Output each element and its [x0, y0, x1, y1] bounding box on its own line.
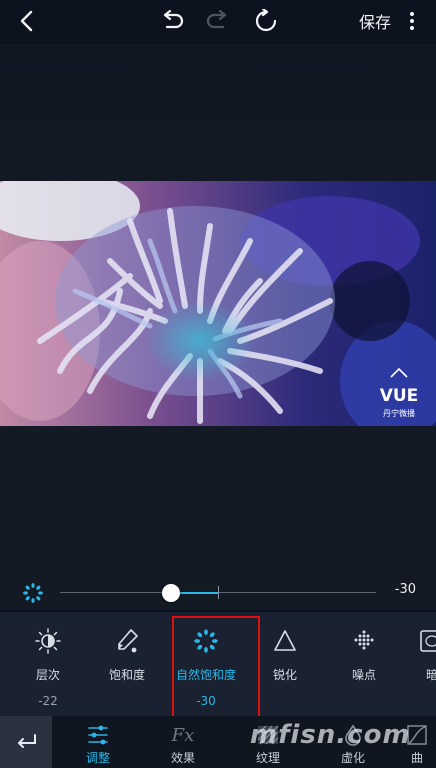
tool-saturation[interactable]: 饱和度	[87, 612, 167, 716]
coral-photo: VUE 丹宁微播	[0, 181, 436, 426]
svg-text:丹宁微播: 丹宁微播	[383, 408, 415, 418]
photo-preview[interactable]: VUE 丹宁微播	[0, 181, 436, 426]
top-toolbar: 保存	[0, 0, 436, 44]
redo-icon	[206, 10, 227, 29]
tab-label: 调整	[85, 751, 110, 765]
more-button[interactable]	[402, 6, 422, 36]
slider-zero-mark	[218, 586, 219, 599]
fx-icon: Fx	[171, 725, 195, 746]
dropper-icon	[118, 629, 138, 653]
tool-clarity[interactable]: 层次 -22	[8, 612, 88, 716]
reset-button[interactable]	[250, 6, 282, 36]
tab-label: 虚化	[340, 751, 365, 765]
reset-icon	[255, 9, 277, 32]
save-button[interactable]: 保存	[352, 6, 398, 36]
undo-icon	[163, 10, 184, 29]
tool-label: 暗	[425, 668, 436, 682]
grain-icon	[354, 630, 374, 650]
return-button[interactable]	[0, 716, 52, 768]
tool-value: -22	[38, 694, 58, 708]
vignette-icon	[420, 630, 436, 652]
adjust-sliders-icon	[88, 725, 108, 745]
save-label: 保存	[358, 13, 391, 32]
tab-effects[interactable]: Fx 效果	[143, 716, 223, 768]
svg-text:VUE: VUE	[380, 386, 419, 406]
tool-vignette[interactable]: 暗	[392, 612, 436, 716]
slider-value: -30	[394, 582, 416, 597]
site-watermark: mfisn.com	[250, 720, 411, 750]
chevron-left-icon	[20, 10, 33, 32]
contrast-icon	[35, 628, 61, 654]
more-vertical-icon	[410, 12, 414, 30]
redo-button[interactable]	[202, 6, 234, 36]
tab-adjust[interactable]: 调整	[58, 716, 138, 768]
tab-label: 纹理	[255, 751, 280, 765]
back-button[interactable]	[12, 6, 42, 36]
selection-highlight-box	[172, 616, 260, 726]
vibrance-icon	[23, 583, 43, 603]
slider-thumb[interactable]	[161, 584, 180, 602]
tool-label: 层次	[35, 668, 60, 682]
svg-text:Fx: Fx	[171, 725, 195, 746]
tool-label: 饱和度	[108, 668, 145, 682]
tab-label: 效果	[170, 751, 195, 765]
adjustment-slider-row: -30	[0, 574, 436, 610]
triangle-icon	[274, 630, 296, 651]
tab-label: 曲	[410, 751, 423, 765]
undo-button[interactable]	[156, 6, 188, 36]
return-arrow-icon	[18, 734, 36, 748]
